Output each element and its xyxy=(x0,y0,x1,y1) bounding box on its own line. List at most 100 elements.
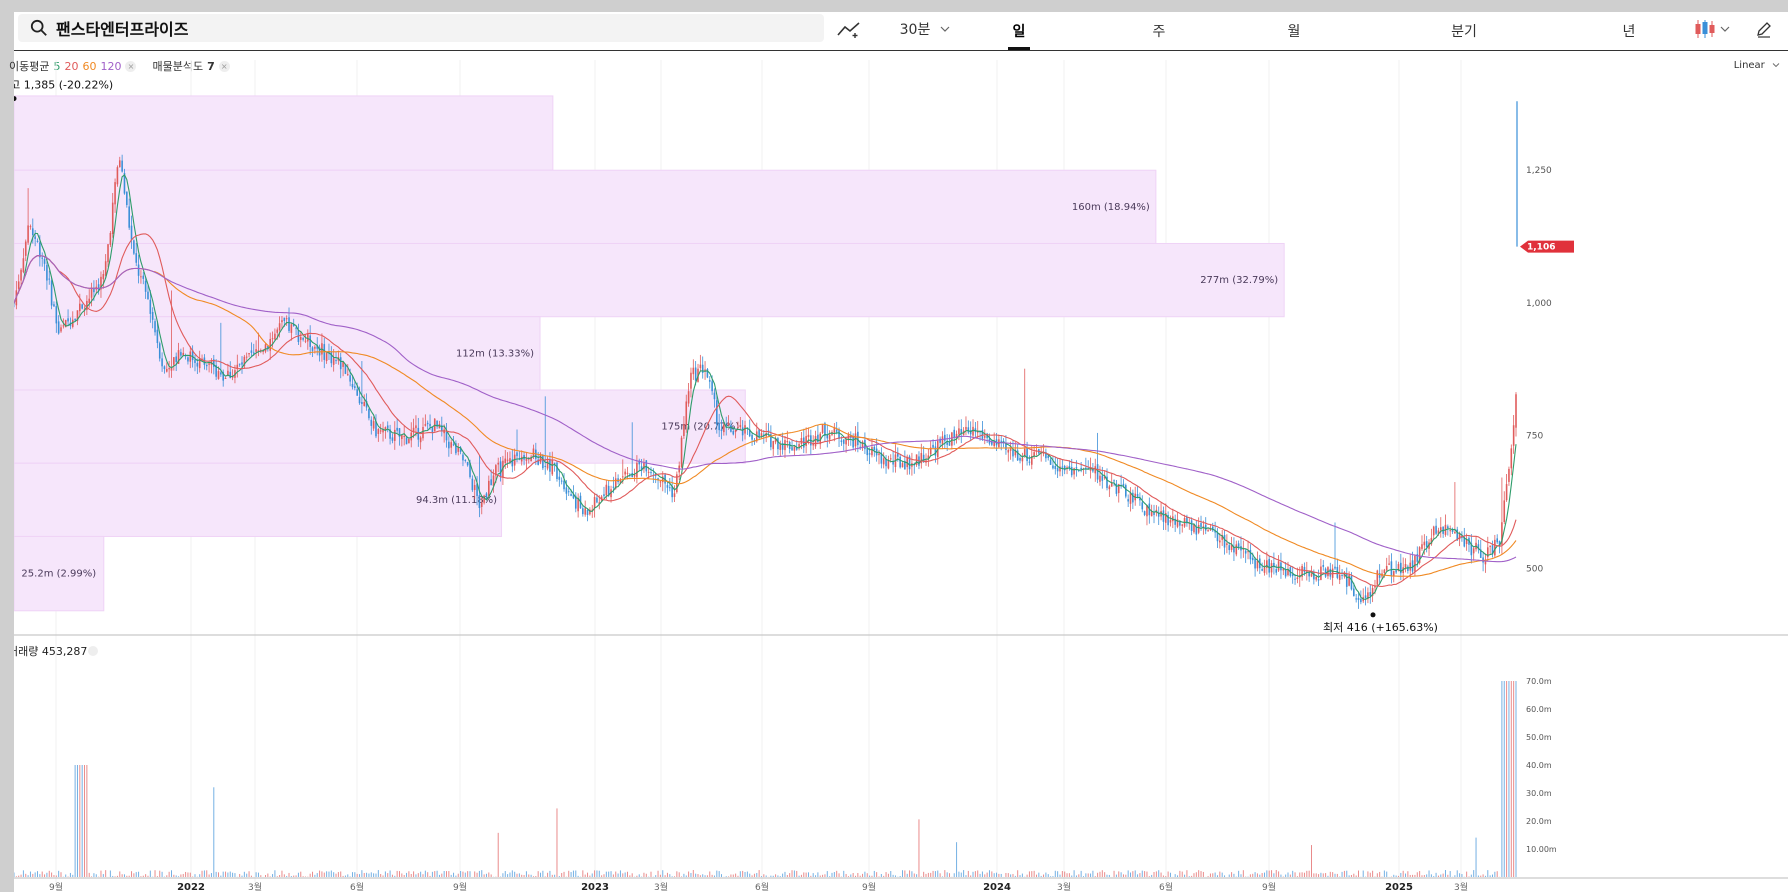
candle-body xyxy=(478,495,481,509)
candle-body xyxy=(692,367,695,375)
candle-body xyxy=(828,434,831,440)
candle-body xyxy=(398,428,401,437)
candle-body xyxy=(866,447,869,456)
drawing-tool-button[interactable] xyxy=(834,16,864,42)
candle-body xyxy=(993,441,995,447)
candle-body xyxy=(1385,565,1388,571)
candle-body xyxy=(1284,569,1287,577)
candle-body xyxy=(760,433,763,437)
tab-month[interactable]: 월 xyxy=(1274,12,1314,50)
candle-body xyxy=(791,447,793,451)
interval-select[interactable]: 30분 xyxy=(890,16,960,42)
candle-body xyxy=(1381,573,1383,577)
candle-body xyxy=(652,474,655,476)
candle-body xyxy=(278,323,281,331)
candle-body xyxy=(410,432,413,441)
candle-body xyxy=(741,427,744,436)
candle-body xyxy=(422,426,424,439)
candle-body xyxy=(79,303,81,312)
x-tick-label: 3월 xyxy=(248,881,262,892)
volume-profile-label[interactable]: 매물분석도 xyxy=(152,58,203,74)
candle-body xyxy=(664,474,666,484)
candle-body xyxy=(168,368,170,370)
volume-tick-label: 10.00m xyxy=(1526,845,1557,854)
candle-body xyxy=(490,479,492,486)
candle-body xyxy=(1432,526,1435,536)
candle-body xyxy=(1425,541,1428,548)
candle-body xyxy=(814,436,817,447)
candle-body xyxy=(290,324,293,333)
candle-body xyxy=(1157,512,1160,517)
tab-day[interactable]: 일 xyxy=(999,12,1039,50)
chevron-down-icon xyxy=(1720,26,1730,32)
candle-body xyxy=(281,320,283,323)
candle-body xyxy=(455,443,457,454)
candle-body xyxy=(988,438,991,444)
price-chart[interactable]: 160m (18.94%) 277m (32.79%) 112m (13.33%) 1… xyxy=(14,12,1788,892)
candle-body xyxy=(1496,538,1498,543)
candle-body xyxy=(650,472,652,474)
candle-body xyxy=(1162,510,1165,522)
candle-body xyxy=(565,487,568,494)
candle-body xyxy=(598,502,601,505)
candle-body xyxy=(1400,562,1402,574)
candle-body xyxy=(1439,527,1442,531)
candle-body xyxy=(506,459,509,461)
candle-body xyxy=(723,424,725,433)
candle-body xyxy=(1164,512,1167,523)
tab-label: 년 xyxy=(1622,24,1636,40)
candle-body xyxy=(1468,537,1470,545)
candle-body xyxy=(1092,469,1094,472)
candle-body xyxy=(29,226,32,228)
candle-body xyxy=(1202,526,1205,528)
scale-mode-select[interactable]: Linear xyxy=(1734,60,1780,71)
volume-tick-label: 30.0m xyxy=(1526,789,1552,798)
moving-average-line xyxy=(14,255,1517,563)
candle-body xyxy=(433,418,436,431)
candle-body xyxy=(864,439,866,450)
candle-body xyxy=(431,426,434,433)
candle-body xyxy=(1082,468,1085,470)
candle-body xyxy=(1169,520,1172,523)
candle-body xyxy=(821,424,824,433)
chart-type-select[interactable] xyxy=(1692,16,1732,42)
candle-body xyxy=(802,437,805,448)
candle-body xyxy=(1160,511,1162,517)
candle-body xyxy=(1233,546,1235,553)
candle-body xyxy=(285,318,288,320)
tab-label: 일 xyxy=(1012,24,1026,40)
candle-body xyxy=(1127,499,1129,502)
candle-body xyxy=(1402,567,1404,574)
candle-body xyxy=(17,281,20,289)
candle-body xyxy=(1383,569,1386,573)
tab-quarter[interactable]: 분기 xyxy=(1434,12,1494,50)
candle-body xyxy=(614,478,617,489)
close-icon[interactable]: × xyxy=(218,60,230,72)
candle-body xyxy=(1350,575,1353,590)
x-tick-label: 2025 xyxy=(1385,882,1413,892)
edit-button[interactable] xyxy=(1749,16,1779,42)
candle-body xyxy=(527,458,530,460)
tab-year[interactable]: 년 xyxy=(1609,12,1649,50)
candle-body xyxy=(1230,544,1233,550)
candle-body xyxy=(915,454,918,465)
candle-body xyxy=(408,438,410,444)
candle-body xyxy=(1028,461,1031,463)
tab-week[interactable]: 주 xyxy=(1139,12,1179,50)
candle-body xyxy=(1360,598,1362,603)
candle-body xyxy=(976,430,979,433)
candle-body xyxy=(875,448,878,456)
candle-body xyxy=(339,357,342,370)
candle-body xyxy=(572,494,575,499)
candle-body xyxy=(697,368,699,382)
candle-body xyxy=(1282,568,1285,571)
candle-body xyxy=(1030,455,1033,465)
search-input[interactable]: 팬스타엔터프라이즈 xyxy=(18,14,824,42)
candle-body xyxy=(194,359,196,363)
candle-body xyxy=(619,479,622,484)
candle-body xyxy=(795,447,798,450)
candle-body xyxy=(530,456,532,462)
candle-body xyxy=(180,352,182,356)
close-icon[interactable]: × xyxy=(125,60,137,72)
ma-label[interactable]: 이동평균 xyxy=(9,58,49,74)
